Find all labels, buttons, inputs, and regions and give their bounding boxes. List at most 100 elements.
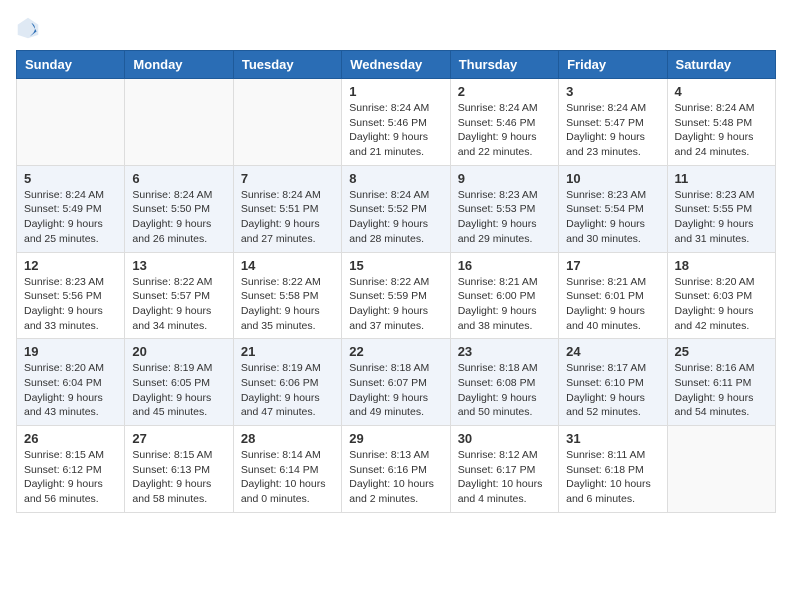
- logo: [16, 16, 44, 40]
- calendar-day-cell: 4 Sunrise: 8:24 AM Sunset: 5:48 PM Daylig…: [667, 79, 775, 166]
- day-info: Sunrise: 8:15 AM Sunset: 6:12 PM Dayligh…: [24, 448, 117, 507]
- day-number: 10: [566, 171, 659, 186]
- generalblue-logo-icon: [16, 16, 40, 40]
- calendar-day-cell: 3 Sunrise: 8:24 AM Sunset: 5:47 PM Daylig…: [559, 79, 667, 166]
- day-number: 31: [566, 431, 659, 446]
- day-number: 21: [241, 344, 334, 359]
- calendar-day-cell: 5 Sunrise: 8:24 AM Sunset: 5:49 PM Daylig…: [17, 165, 125, 252]
- day-number: 16: [458, 258, 551, 273]
- calendar-day-cell: 24 Sunrise: 8:17 AM Sunset: 6:10 PM Dayli…: [559, 339, 667, 426]
- day-info: Sunrise: 8:19 AM Sunset: 6:05 PM Dayligh…: [132, 361, 225, 420]
- calendar-week-row: 26 Sunrise: 8:15 AM Sunset: 6:12 PM Dayli…: [17, 426, 776, 513]
- day-info: Sunrise: 8:16 AM Sunset: 6:11 PM Dayligh…: [675, 361, 768, 420]
- calendar-day-cell: [125, 79, 233, 166]
- day-info: Sunrise: 8:18 AM Sunset: 6:07 PM Dayligh…: [349, 361, 442, 420]
- weekday-header-tuesday: Tuesday: [233, 51, 341, 79]
- calendar-day-cell: 10 Sunrise: 8:23 AM Sunset: 5:54 PM Dayli…: [559, 165, 667, 252]
- day-number: 17: [566, 258, 659, 273]
- day-info: Sunrise: 8:24 AM Sunset: 5:51 PM Dayligh…: [241, 188, 334, 247]
- calendar-day-cell: 21 Sunrise: 8:19 AM Sunset: 6:06 PM Dayli…: [233, 339, 341, 426]
- day-number: 7: [241, 171, 334, 186]
- day-info: Sunrise: 8:23 AM Sunset: 5:53 PM Dayligh…: [458, 188, 551, 247]
- day-number: 5: [24, 171, 117, 186]
- day-info: Sunrise: 8:23 AM Sunset: 5:54 PM Dayligh…: [566, 188, 659, 247]
- day-info: Sunrise: 8:20 AM Sunset: 6:04 PM Dayligh…: [24, 361, 117, 420]
- calendar-day-cell: 16 Sunrise: 8:21 AM Sunset: 6:00 PM Dayli…: [450, 252, 558, 339]
- day-info: Sunrise: 8:24 AM Sunset: 5:47 PM Dayligh…: [566, 101, 659, 160]
- calendar-day-cell: 28 Sunrise: 8:14 AM Sunset: 6:14 PM Dayli…: [233, 426, 341, 513]
- calendar-day-cell: 25 Sunrise: 8:16 AM Sunset: 6:11 PM Dayli…: [667, 339, 775, 426]
- calendar-day-cell: 26 Sunrise: 8:15 AM Sunset: 6:12 PM Dayli…: [17, 426, 125, 513]
- day-number: 25: [675, 344, 768, 359]
- weekday-header-friday: Friday: [559, 51, 667, 79]
- day-info: Sunrise: 8:24 AM Sunset: 5:52 PM Dayligh…: [349, 188, 442, 247]
- day-info: Sunrise: 8:24 AM Sunset: 5:49 PM Dayligh…: [24, 188, 117, 247]
- day-number: 23: [458, 344, 551, 359]
- calendar-day-cell: 1Sunrise: 8:24 AM Sunset: 5:46 PM Daylig…: [342, 79, 450, 166]
- calendar-day-cell: 8 Sunrise: 8:24 AM Sunset: 5:52 PM Daylig…: [342, 165, 450, 252]
- day-info: Sunrise: 8:17 AM Sunset: 6:10 PM Dayligh…: [566, 361, 659, 420]
- calendar-day-cell: 9Sunrise: 8:23 AM Sunset: 5:53 PM Daylig…: [450, 165, 558, 252]
- day-number: 18: [675, 258, 768, 273]
- day-number: 19: [24, 344, 117, 359]
- day-info: Sunrise: 8:15 AM Sunset: 6:13 PM Dayligh…: [132, 448, 225, 507]
- calendar-day-cell: 2Sunrise: 8:24 AM Sunset: 5:46 PM Daylig…: [450, 79, 558, 166]
- calendar-day-cell: 6Sunrise: 8:24 AM Sunset: 5:50 PM Daylig…: [125, 165, 233, 252]
- day-info: Sunrise: 8:14 AM Sunset: 6:14 PM Dayligh…: [241, 448, 334, 507]
- calendar-day-cell: 19 Sunrise: 8:20 AM Sunset: 6:04 PM Dayli…: [17, 339, 125, 426]
- weekday-header-sunday: Sunday: [17, 51, 125, 79]
- weekday-header-wednesday: Wednesday: [342, 51, 450, 79]
- calendar-day-cell: 20Sunrise: 8:19 AM Sunset: 6:05 PM Dayli…: [125, 339, 233, 426]
- day-info: Sunrise: 8:24 AM Sunset: 5:46 PM Dayligh…: [458, 101, 551, 160]
- day-number: 22: [349, 344, 442, 359]
- calendar-table: SundayMondayTuesdayWednesdayThursdayFrid…: [16, 50, 776, 513]
- day-number: 13: [132, 258, 225, 273]
- calendar-week-row: 19 Sunrise: 8:20 AM Sunset: 6:04 PM Dayli…: [17, 339, 776, 426]
- calendar-day-cell: 27 Sunrise: 8:15 AM Sunset: 6:13 PM Dayli…: [125, 426, 233, 513]
- day-number: 26: [24, 431, 117, 446]
- day-info: Sunrise: 8:24 AM Sunset: 5:50 PM Dayligh…: [132, 188, 225, 247]
- day-info: Sunrise: 8:21 AM Sunset: 6:01 PM Dayligh…: [566, 275, 659, 334]
- calendar-day-cell: 13Sunrise: 8:22 AM Sunset: 5:57 PM Dayli…: [125, 252, 233, 339]
- day-number: 27: [132, 431, 225, 446]
- day-info: Sunrise: 8:23 AM Sunset: 5:56 PM Dayligh…: [24, 275, 117, 334]
- day-info: Sunrise: 8:21 AM Sunset: 6:00 PM Dayligh…: [458, 275, 551, 334]
- day-info: Sunrise: 8:19 AM Sunset: 6:06 PM Dayligh…: [241, 361, 334, 420]
- calendar-day-cell: 12 Sunrise: 8:23 AM Sunset: 5:56 PM Dayli…: [17, 252, 125, 339]
- calendar-day-cell: 29Sunrise: 8:13 AM Sunset: 6:16 PM Dayli…: [342, 426, 450, 513]
- calendar-week-row: 5 Sunrise: 8:24 AM Sunset: 5:49 PM Daylig…: [17, 165, 776, 252]
- day-number: 3: [566, 84, 659, 99]
- day-number: 12: [24, 258, 117, 273]
- day-number: 28: [241, 431, 334, 446]
- calendar-day-cell: [233, 79, 341, 166]
- day-info: Sunrise: 8:12 AM Sunset: 6:17 PM Dayligh…: [458, 448, 551, 507]
- weekday-header-thursday: Thursday: [450, 51, 558, 79]
- day-number: 24: [566, 344, 659, 359]
- weekday-header-monday: Monday: [125, 51, 233, 79]
- calendar-day-cell: [17, 79, 125, 166]
- calendar-day-cell: 18Sunrise: 8:20 AM Sunset: 6:03 PM Dayli…: [667, 252, 775, 339]
- day-number: 11: [675, 171, 768, 186]
- page-header: [16, 16, 776, 40]
- calendar-day-cell: 17 Sunrise: 8:21 AM Sunset: 6:01 PM Dayli…: [559, 252, 667, 339]
- calendar-day-cell: 22 Sunrise: 8:18 AM Sunset: 6:07 PM Dayli…: [342, 339, 450, 426]
- day-info: Sunrise: 8:23 AM Sunset: 5:55 PM Dayligh…: [675, 188, 768, 247]
- day-info: Sunrise: 8:24 AM Sunset: 5:46 PM Dayligh…: [349, 101, 442, 160]
- calendar-day-cell: 15Sunrise: 8:22 AM Sunset: 5:59 PM Dayli…: [342, 252, 450, 339]
- calendar-week-row: 1Sunrise: 8:24 AM Sunset: 5:46 PM Daylig…: [17, 79, 776, 166]
- weekday-header-saturday: Saturday: [667, 51, 775, 79]
- calendar-day-cell: 11 Sunrise: 8:23 AM Sunset: 5:55 PM Dayli…: [667, 165, 775, 252]
- calendar-day-cell: 31Sunrise: 8:11 AM Sunset: 6:18 PM Dayli…: [559, 426, 667, 513]
- calendar-day-cell: 30 Sunrise: 8:12 AM Sunset: 6:17 PM Dayli…: [450, 426, 558, 513]
- day-info: Sunrise: 8:24 AM Sunset: 5:48 PM Dayligh…: [675, 101, 768, 160]
- weekday-header-row: SundayMondayTuesdayWednesdayThursdayFrid…: [17, 51, 776, 79]
- day-number: 8: [349, 171, 442, 186]
- day-number: 30: [458, 431, 551, 446]
- day-number: 14: [241, 258, 334, 273]
- day-info: Sunrise: 8:18 AM Sunset: 6:08 PM Dayligh…: [458, 361, 551, 420]
- day-number: 29: [349, 431, 442, 446]
- day-number: 4: [675, 84, 768, 99]
- day-info: Sunrise: 8:22 AM Sunset: 5:58 PM Dayligh…: [241, 275, 334, 334]
- calendar-week-row: 12 Sunrise: 8:23 AM Sunset: 5:56 PM Dayli…: [17, 252, 776, 339]
- calendar-day-cell: [667, 426, 775, 513]
